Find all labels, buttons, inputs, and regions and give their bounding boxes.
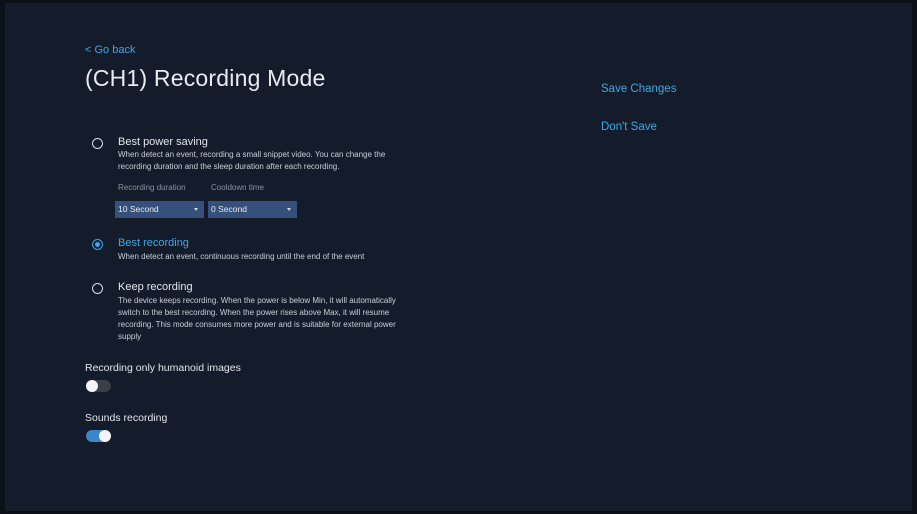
option-title-keep-recording: Keep recording (118, 281, 193, 293)
dont-save-button[interactable]: Don't Save (601, 121, 657, 133)
chevron-down-icon (194, 208, 198, 211)
toggle-knob (99, 430, 111, 442)
cooldown-time-select[interactable]: 0 Second (208, 201, 297, 218)
cooldown-time-value: 0 Second (211, 204, 247, 214)
chevron-down-icon (287, 208, 291, 211)
radio-selected-dot (95, 242, 100, 247)
option-desc-best-power-saving: When detect an event, recording a small … (118, 150, 386, 171)
settings-screen: < Go back (CH1) Recording Mode Save Chan… (5, 3, 912, 511)
sounds-label: Sounds recording (85, 412, 168, 424)
recording-duration-select[interactable]: 10 Second (115, 201, 204, 218)
cooldown-time-label: Cooldown time (211, 183, 264, 192)
option-title-best-recording: Best recording (118, 237, 189, 249)
option-desc-keep-recording: The device keeps recording. When the pow… (118, 296, 396, 341)
save-changes-button[interactable]: Save Changes (601, 83, 676, 95)
humanoid-label: Recording only humanoid images (85, 362, 241, 374)
option-title-best-power-saving: Best power saving (118, 136, 208, 148)
radio-best-recording[interactable] (92, 239, 103, 250)
go-back-link[interactable]: < Go back (85, 44, 135, 56)
radio-best-power-saving[interactable] (92, 138, 103, 149)
radio-keep-recording[interactable] (92, 283, 103, 294)
option-desc-best-recording: When detect an event, continuous recordi… (118, 252, 365, 261)
humanoid-toggle[interactable] (86, 380, 111, 392)
page-title: (CH1) Recording Mode (85, 65, 326, 91)
recording-duration-value: 10 Second (118, 204, 159, 214)
sounds-toggle[interactable] (86, 430, 111, 442)
recording-duration-label: Recording duration (118, 183, 186, 192)
toggle-knob (86, 380, 98, 392)
